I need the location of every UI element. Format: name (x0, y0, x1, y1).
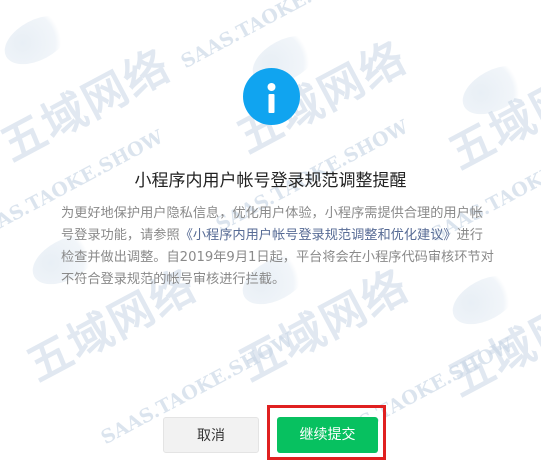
dialog-title: 小程序内用户帐号登录规范调整提醒 (134, 171, 407, 191)
cancel-button[interactable]: 取消 (163, 417, 259, 453)
continue-submit-button[interactable]: 继续提交 (277, 417, 378, 453)
dialog-body: 为更好地保护用户隐私信息，优化用户体验，小程序需提供合理的用户帐号登录功能，请参… (61, 203, 495, 291)
guideline-link[interactable]: 《小程序内用户帐号登录规范调整和优化建议》 (180, 228, 457, 243)
info-icon (243, 68, 300, 125)
dialog: 小程序内用户帐号登录规范调整提醒 为更好地保护用户隐私信息，优化用户体验，小程序… (0, 0, 541, 463)
